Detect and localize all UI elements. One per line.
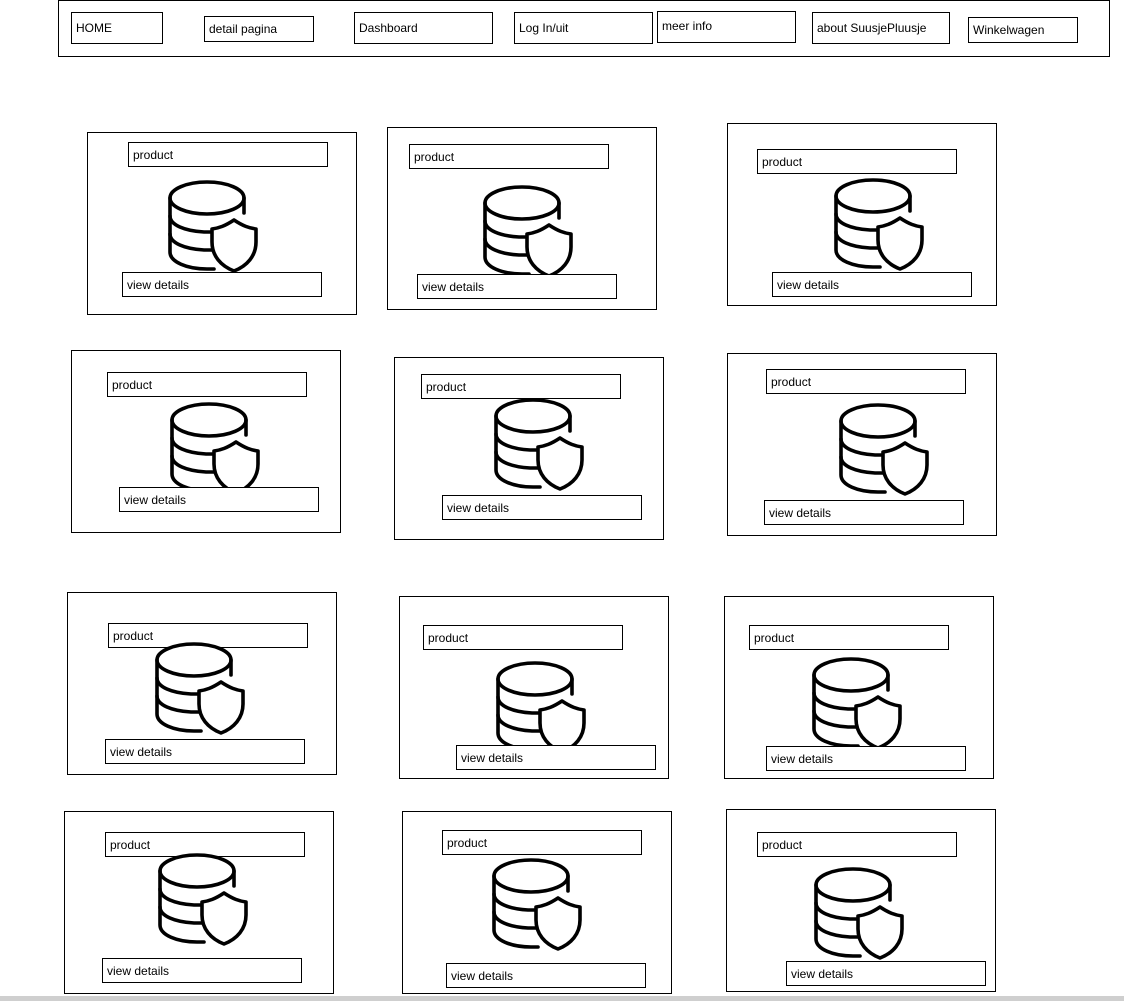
product-title: product	[766, 369, 966, 394]
database-shield-icon	[494, 398, 584, 491]
product-title: product	[107, 372, 307, 397]
view-details-button[interactable]: view details	[417, 274, 617, 299]
view-details-button[interactable]: view details	[772, 272, 972, 297]
database-shield-icon	[839, 403, 929, 496]
product-title: product	[409, 144, 609, 169]
database-shield-icon	[834, 178, 924, 271]
view-details-button[interactable]: view details	[105, 739, 305, 764]
scroll-edge	[0, 996, 1124, 1001]
database-shield-icon	[483, 185, 573, 278]
nav-winkelwagen[interactable]: Winkelwagen	[968, 17, 1078, 43]
nav-log-in-uit[interactable]: Log In/uit	[514, 12, 653, 44]
database-shield-icon	[155, 642, 245, 735]
nav-about[interactable]: about SuusjePluusje	[812, 12, 950, 44]
product-title: product	[423, 625, 623, 650]
database-shield-icon	[158, 853, 248, 946]
nav-dashboard[interactable]: Dashboard	[354, 12, 493, 44]
database-shield-icon	[496, 661, 586, 754]
view-details-button[interactable]: view details	[102, 958, 302, 983]
view-details-button[interactable]: view details	[119, 487, 319, 512]
product-title: product	[442, 830, 642, 855]
product-title: product	[757, 149, 957, 174]
view-details-button[interactable]: view details	[456, 745, 656, 770]
product-title: product	[757, 832, 957, 857]
view-details-button[interactable]: view details	[442, 495, 642, 520]
product-title: product	[749, 625, 949, 650]
product-title: product	[421, 374, 621, 399]
view-details-button[interactable]: view details	[122, 272, 322, 297]
database-shield-icon	[812, 657, 902, 750]
view-details-button[interactable]: view details	[786, 961, 986, 986]
database-shield-icon	[492, 858, 582, 951]
database-shield-icon	[814, 867, 904, 960]
nav-home[interactable]: HOME	[71, 12, 163, 44]
nav-detail-pagina[interactable]: detail pagina	[204, 16, 314, 42]
view-details-button[interactable]: view details	[764, 500, 964, 525]
nav-meer-info[interactable]: meer info	[657, 11, 796, 43]
database-shield-icon	[168, 180, 258, 273]
product-title: product	[128, 142, 328, 167]
database-shield-icon	[170, 402, 260, 495]
view-details-button[interactable]: view details	[766, 746, 966, 771]
view-details-button[interactable]: view details	[446, 963, 646, 988]
